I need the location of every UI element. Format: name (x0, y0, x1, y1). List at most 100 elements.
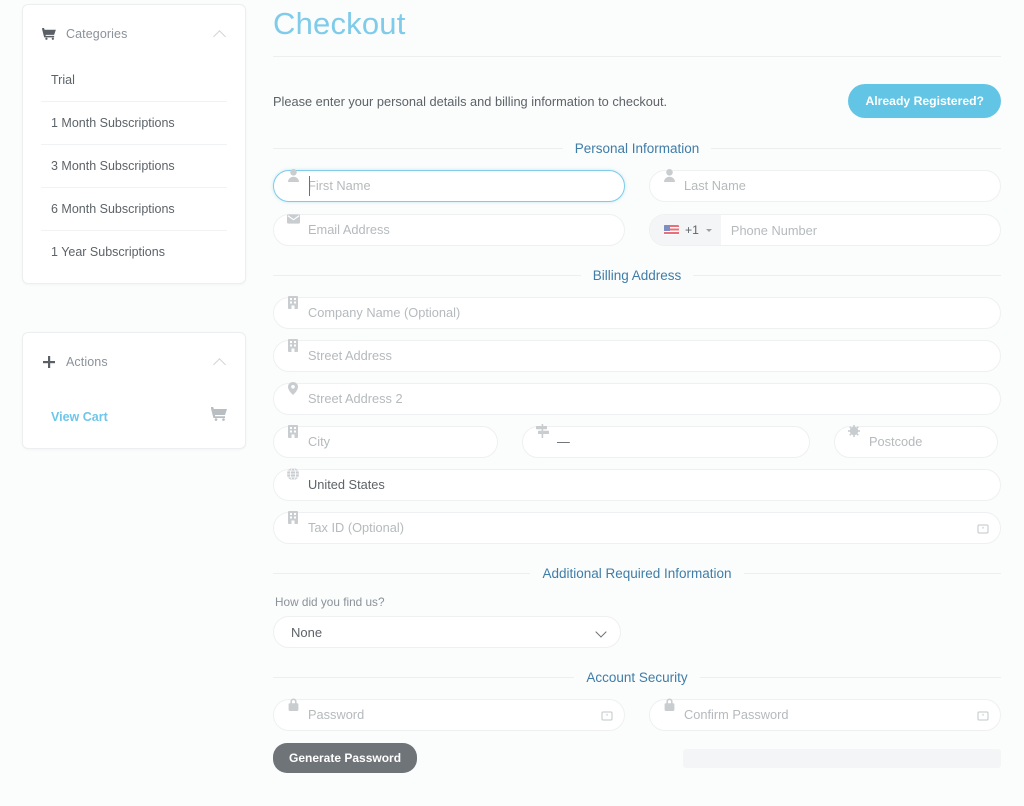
categories-panel: Categories Trial 1 Month Subscriptions 3… (22, 4, 246, 284)
section-header-personal: Personal Information (273, 141, 1002, 156)
sidebar-item-6-month[interactable]: 6 Month Subscriptions (41, 187, 227, 230)
password-manager-icon[interactable]: * (977, 709, 989, 721)
page-title: Checkout (273, 6, 406, 41)
street-address-2-placeholder: Street Address 2 (308, 391, 403, 406)
find-us-value: None (291, 624, 323, 640)
cart-icon (211, 407, 227, 426)
section-title-additional: Additional Required Information (542, 566, 732, 581)
categories-panel-header[interactable]: Categories (41, 5, 227, 63)
company-name-placeholder: Company Name (Optional) (308, 305, 461, 320)
tax-id-placeholder: Tax ID (Optional) (308, 520, 405, 535)
view-cart-link[interactable]: View Cart (51, 410, 211, 424)
password-manager-icon[interactable]: * (601, 709, 613, 721)
divider-line (711, 148, 1002, 149)
sidebar-item-1-month[interactable]: 1 Month Subscriptions (41, 101, 227, 144)
sidebar-item-trial[interactable]: Trial (41, 63, 227, 101)
tax-id-field[interactable]: Tax ID (Optional) * (273, 510, 1001, 544)
country-col: United States (273, 468, 1001, 501)
checkout-page: Categories Trial 1 Month Subscriptions 3… (0, 0, 1024, 806)
state-value: — (557, 434, 570, 449)
already-registered-button[interactable]: Already Registered? (848, 84, 1001, 118)
city-col: City (273, 424, 498, 458)
divider-line (273, 275, 581, 276)
company-name-field[interactable]: Company Name (Optional) (273, 295, 1001, 329)
divider-line (693, 275, 1001, 276)
password-col: Password * (273, 698, 625, 731)
chevron-down-icon (705, 228, 712, 232)
view-cart-row[interactable]: View Cart (41, 391, 227, 448)
country-value: United States (308, 477, 385, 492)
state-col: — (522, 424, 810, 458)
title-divider (273, 56, 1001, 57)
confirm-password-col: Confirm Password * (649, 698, 1001, 731)
divider-line (699, 677, 1002, 678)
plus-icon (41, 355, 57, 369)
company-col: Company Name (Optional) (273, 295, 1001, 329)
phone-country-code: +1 (685, 223, 699, 237)
first-name-field[interactable]: First Name (273, 168, 625, 202)
divider-line (273, 573, 531, 574)
street-address-placeholder: Street Address (308, 348, 392, 363)
generate-password-row: Generate Password (273, 743, 1001, 773)
last-name-col: Last Name (649, 168, 1001, 202)
contact-row: Email Address +1 Phone Number (273, 214, 1001, 246)
divider-line (273, 148, 563, 149)
email-field[interactable]: Email Address (273, 214, 625, 246)
last-name-field[interactable]: Last Name (649, 168, 1001, 202)
city-field[interactable]: City (273, 424, 498, 458)
text-caret (309, 176, 310, 196)
street-address-2-field[interactable]: Street Address 2 (273, 381, 1001, 415)
us-flag-icon (664, 225, 679, 235)
cart-icon (41, 27, 57, 41)
sidebar-item-1-year[interactable]: 1 Year Subscriptions (41, 230, 227, 273)
chevron-down-icon (597, 628, 606, 637)
street2-row: Street Address 2 (273, 381, 1001, 415)
divider-line (743, 573, 1001, 574)
sidebar: Categories Trial 1 Month Subscriptions 3… (22, 4, 246, 449)
postcode-field[interactable]: Postcode (834, 425, 998, 458)
street2-col: Street Address 2 (273, 381, 1001, 415)
name-row: First Name Last Name (273, 168, 1001, 202)
intro-text: Please enter your personal details and b… (273, 93, 668, 109)
company-row: Company Name (Optional) (273, 295, 1001, 329)
phone-country-selector[interactable]: +1 (650, 215, 721, 245)
country-row: United States (273, 468, 1001, 501)
city-placeholder: City (308, 434, 331, 449)
street-address-field[interactable]: Street Address (273, 338, 1001, 372)
tax-id-col: Tax ID (Optional) * (273, 510, 1001, 544)
actions-panel-title: Actions (66, 355, 108, 369)
postcode-placeholder: Postcode (869, 434, 923, 449)
first-name-placeholder: First Name (308, 178, 371, 193)
category-list: Trial 1 Month Subscriptions 3 Month Subs… (41, 63, 227, 283)
password-row: Password * Confirm Password * (273, 698, 1001, 731)
svg-text:*: * (982, 527, 985, 533)
section-title-security: Account Security (586, 670, 688, 685)
find-us-label: How did you find us? (275, 595, 385, 609)
section-header-security: Account Security (273, 670, 1002, 685)
svg-text:*: * (982, 714, 985, 720)
password-manager-icon[interactable]: * (977, 522, 989, 534)
divider-line (273, 677, 575, 678)
state-field[interactable]: — (522, 424, 810, 458)
last-name-placeholder: Last Name (684, 178, 746, 193)
first-name-col: First Name (273, 168, 625, 202)
confirm-password-field[interactable]: Confirm Password * (649, 698, 1001, 731)
country-field[interactable]: United States (273, 468, 1001, 501)
section-header-billing: Billing Address (273, 268, 1001, 283)
phone-field[interactable]: +1 Phone Number (649, 214, 1001, 246)
actions-panel-header[interactable]: Actions (41, 333, 227, 391)
sidebar-item-3-month[interactable]: 3 Month Subscriptions (41, 144, 227, 187)
password-field[interactable]: Password * (273, 698, 625, 731)
svg-text:*: * (606, 714, 609, 720)
email-col: Email Address (273, 214, 625, 246)
section-header-additional: Additional Required Information (273, 566, 1001, 581)
generate-password-col: Generate Password (273, 743, 592, 773)
chevron-up-icon[interactable] (213, 27, 227, 41)
generate-password-button[interactable]: Generate Password (273, 743, 418, 773)
password-placeholder: Password (308, 707, 365, 722)
chevron-up-icon[interactable] (213, 355, 227, 369)
find-us-select[interactable]: None (273, 616, 621, 648)
intro-row: Please enter your personal details and b… (273, 83, 1001, 119)
password-strength-meter (682, 748, 1001, 768)
postcode-col: Postcode (834, 425, 998, 458)
